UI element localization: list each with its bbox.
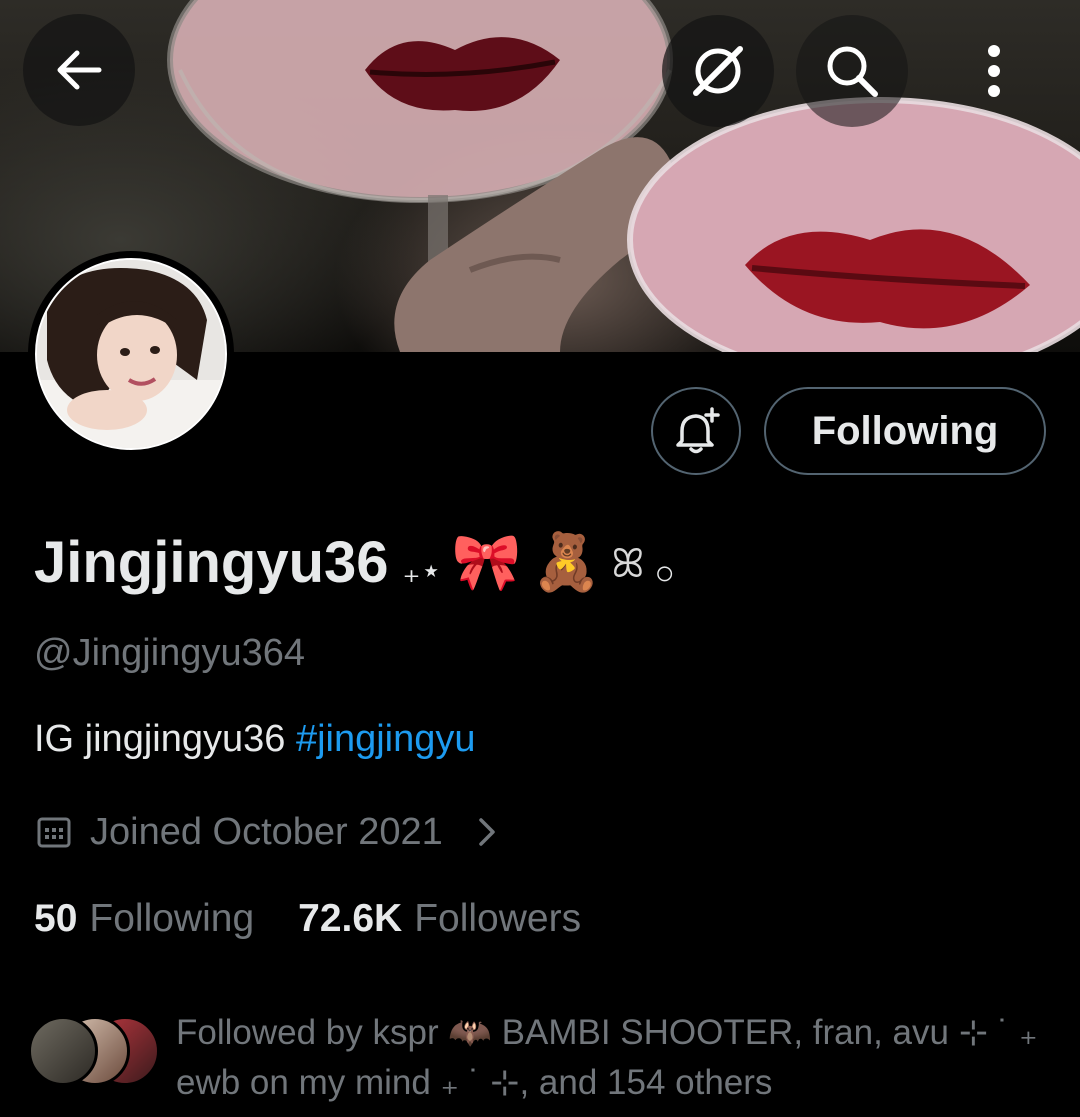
followers-count: 72.6K: [298, 897, 403, 940]
arrow-left-icon: [57, 50, 102, 90]
followers-count-link[interactable]: 72.6K Followers: [298, 897, 581, 941]
display-name-text: Jingjingyu36: [34, 529, 389, 595]
following-count-link[interactable]: 50 Following: [34, 897, 254, 941]
followed-by-row[interactable]: Followed by kspr 🦇 BAMBI SHOOTER, fran, …: [28, 1008, 1058, 1108]
username-handle: @Jingjingyu364: [34, 632, 305, 674]
more-vertical-icon: [988, 45, 1000, 97]
circle-glyph: ○: [654, 553, 676, 592]
display-name-decoration: ₊⋆ 🎀 🧸 ꕤ ○: [403, 532, 676, 593]
following-count: 50: [34, 897, 78, 940]
sparkle-glyph: ₊⋆: [402, 552, 442, 590]
search-button[interactable]: [796, 15, 908, 127]
followed-by-line-2: ewb on my mind ₊ ˙ ⊹, and 154 others: [176, 1063, 773, 1102]
joined-date-row[interactable]: Joined October 2021: [36, 806, 499, 858]
grok-icon: [693, 46, 743, 96]
followed-by-text: Followed by kspr 🦇 BAMBI SHOOTER, fran, …: [176, 1008, 1038, 1108]
teddy-bear-emoji: 🧸: [531, 530, 602, 593]
avatar-image: [35, 258, 227, 450]
display-name: Jingjingyu36 ₊⋆ 🎀 🧸 ꕤ ○: [34, 522, 675, 602]
calendar-icon: [37, 817, 71, 848]
profile-screen: Following Jingjingyu36 ₊⋆ 🎀 🧸 ꕤ ○ @Jingj…: [0, 0, 1080, 1117]
following-button[interactable]: Following: [764, 387, 1046, 475]
search-icon: [827, 46, 878, 97]
profile-avatar[interactable]: [28, 251, 234, 457]
bio-hashtag-link[interactable]: #jingjingyu: [296, 718, 476, 760]
notify-button[interactable]: [651, 387, 741, 475]
grok-button[interactable]: [662, 15, 774, 127]
ribbon-emoji: 🎀: [451, 530, 522, 593]
bio-text: IG jingjingyu36: [34, 718, 296, 760]
bell-plus-icon: [676, 407, 720, 454]
back-button[interactable]: [23, 14, 135, 126]
chevron-right-icon: [479, 818, 495, 846]
followed-by-line-1: Followed by kspr 🦇 BAMBI SHOOTER, fran, …: [176, 1013, 1038, 1052]
followers-label: Followers: [414, 897, 582, 940]
profile-bio: IG jingjingyu36 #jingjingyu: [34, 718, 476, 761]
mutual-followers-avatars: [28, 1016, 160, 1092]
follow-stats: 50 Following 72.6K Followers: [34, 892, 581, 946]
more-options-button[interactable]: [938, 15, 1050, 127]
avatar: [28, 1016, 98, 1086]
joined-date-text: Joined October 2021: [90, 810, 443, 853]
following-label: Following: [89, 897, 255, 940]
tail-glyph: ꕤ: [611, 541, 645, 586]
